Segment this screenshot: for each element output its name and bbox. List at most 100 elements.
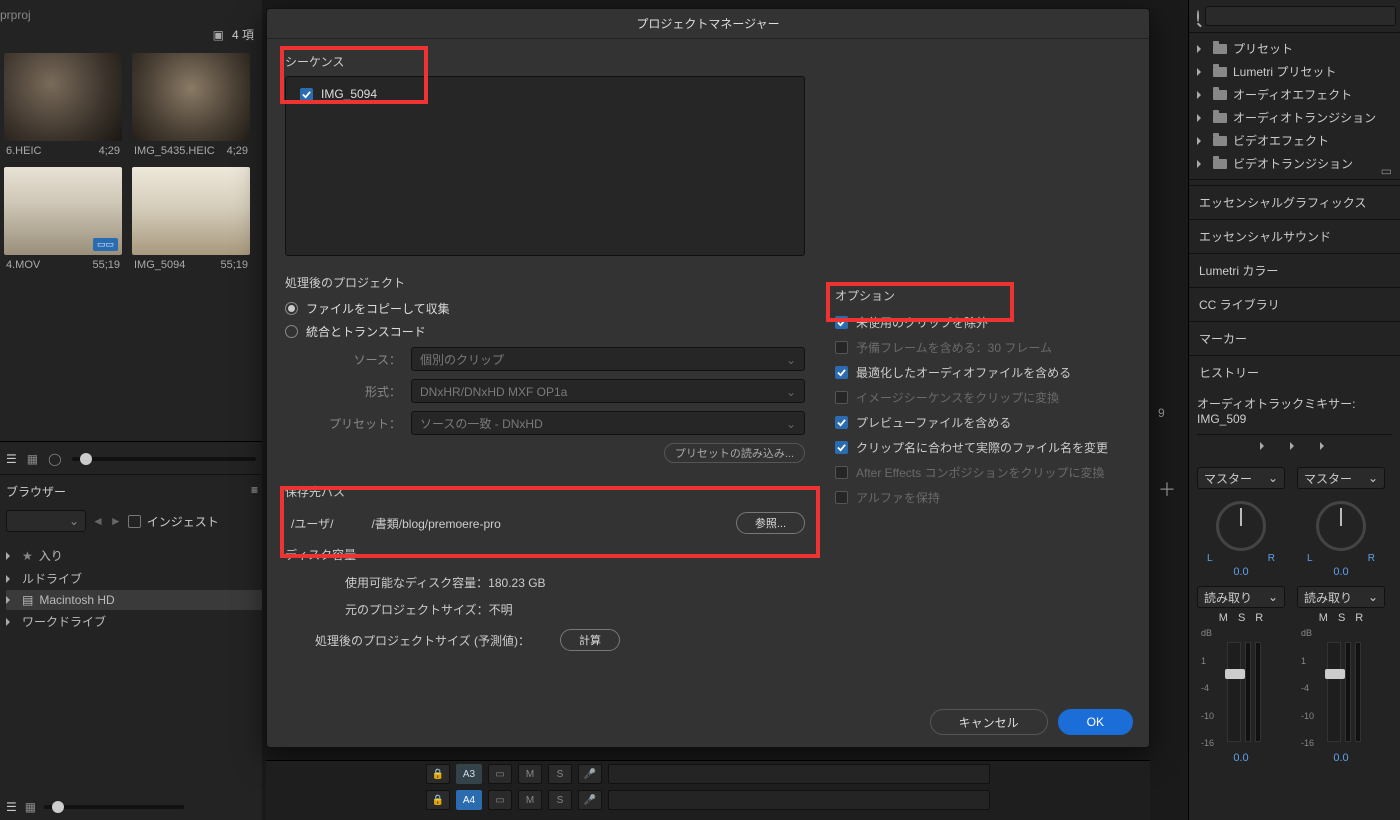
track-toggle[interactable]: ▭ [488, 764, 512, 784]
calculate-button[interactable]: 計算 [560, 629, 620, 651]
browser-type-select[interactable]: ⌄ [6, 510, 86, 532]
lock-icon[interactable]: 🔒 [426, 790, 450, 810]
mute-button[interactable]: M [1219, 612, 1228, 624]
mute-button[interactable]: M [518, 764, 542, 784]
panel-tab[interactable]: ヒストリー [1189, 355, 1400, 389]
fader-handle[interactable] [1225, 669, 1245, 679]
track-output-select[interactable]: マスター⌄ [1297, 467, 1385, 489]
preset-folder[interactable]: Lumetri プリセット [1189, 60, 1400, 83]
preset-folder[interactable]: ビデオトランジション [1189, 152, 1400, 175]
search-input[interactable] [1205, 6, 1396, 26]
preset-folder[interactable]: プリセット [1189, 37, 1400, 60]
preset-folder[interactable]: オーディオトランジション [1189, 106, 1400, 129]
panel-tab[interactable]: エッセンシャルグラフィックス [1189, 185, 1400, 219]
volume-value: 0.0 [1297, 748, 1385, 764]
db-label: -16 [1201, 738, 1214, 748]
db-label: dB [1201, 628, 1214, 638]
add-icon[interactable]: ＋ [1158, 476, 1176, 502]
grid-view-icon[interactable]: ▦ [27, 452, 38, 466]
thumbnail-grid: 6.HEIC4;29 IMG_5435.HEIC4;29 ▭▭ 4.MOV55;… [0, 53, 262, 281]
panel-tab[interactable]: エッセンシャルサウンド [1189, 219, 1400, 253]
preset-load-button[interactable]: プリセットの読み込み... [664, 443, 805, 463]
solo-button[interactable]: S [1338, 612, 1345, 624]
tree-item[interactable]: ワークドライブ [6, 610, 262, 633]
meter-bar [1255, 642, 1261, 742]
camera-icon[interactable]: ▣ [213, 28, 224, 42]
opt-label: クリップ名に合わせて実際のファイル名を変更 [856, 439, 1108, 456]
lock-icon[interactable]: 🔒 [426, 764, 450, 784]
db-label: -4 [1201, 683, 1214, 693]
track-a3-header[interactable]: A3 [456, 764, 482, 784]
cancel-button[interactable]: キャンセル [930, 709, 1048, 735]
panel-tab[interactable]: Lumetri カラー [1189, 253, 1400, 287]
opt-exclude-unused[interactable]: 未使用のクリップを除外 [835, 310, 1131, 335]
pan-knob[interactable] [1216, 501, 1266, 551]
select-value: 読み取り [1204, 589, 1252, 606]
fader-handle[interactable] [1325, 669, 1345, 679]
preset-folder[interactable]: オーディオエフェクト [1189, 83, 1400, 106]
sequence-item[interactable]: IMG_5094 [300, 87, 790, 101]
sequence-checkbox[interactable] [300, 88, 313, 101]
ok-button[interactable]: OK [1058, 709, 1133, 735]
opt-rename-files[interactable]: クリップ名に合わせて実際のファイル名を変更 [835, 435, 1131, 460]
format-select[interactable]: DNxHR/DNxHD MXF OP1a⌄ [411, 379, 805, 403]
record-button[interactable]: R [1255, 612, 1263, 624]
track-a4-header[interactable]: A4 [456, 790, 482, 810]
browse-button[interactable]: 参照... [736, 512, 805, 534]
panel-tab[interactable]: マーカー [1189, 321, 1400, 355]
list-view-icon[interactable]: ☰ [6, 800, 17, 814]
automation-mode-select[interactable]: 読み取り⌄ [1197, 586, 1285, 608]
freeform-view-icon[interactable]: ◯ [48, 452, 61, 466]
media-thumb[interactable]: IMG_5435.HEIC4;29 [132, 53, 250, 157]
volume-fader[interactable] [1327, 642, 1341, 742]
chevron-right-icon[interactable] [1260, 439, 1270, 453]
media-browser-title: ブラウザー [6, 485, 66, 499]
opt-preview-files[interactable]: プレビューファイルを含める [835, 410, 1131, 435]
solo-button[interactable]: S [548, 764, 572, 784]
pan-knob[interactable] [1316, 501, 1366, 551]
radio-consolidate-transcode[interactable]: 統合とトランスコード [285, 320, 805, 343]
track-a4-lane[interactable] [608, 790, 990, 810]
nav-forward-icon[interactable]: ► [110, 514, 122, 528]
chevron-right-icon[interactable] [1320, 439, 1330, 453]
tree-item[interactable]: ルドライブ [6, 567, 262, 590]
options-label: オプション [835, 287, 1131, 304]
ingest-checkbox[interactable] [128, 515, 141, 528]
nav-back-icon[interactable]: ◄ [92, 514, 104, 528]
zoom-slider[interactable] [72, 457, 256, 461]
grid-view-icon[interactable]: ▦ [25, 800, 36, 814]
solo-button[interactable]: S [1238, 612, 1245, 624]
voice-over-icon[interactable]: 🎤 [578, 764, 602, 784]
chevron-right-icon[interactable] [1290, 439, 1300, 453]
media-thumb[interactable]: 6.HEIC4;29 [4, 53, 122, 157]
voice-over-icon[interactable]: 🎤 [578, 790, 602, 810]
media-thumb[interactable]: ▭▭ 4.MOV55;19 [4, 167, 122, 271]
solo-button[interactable]: S [548, 790, 572, 810]
volume-fader[interactable] [1227, 642, 1241, 742]
new-bin-icon[interactable]: ▭ [1381, 164, 1392, 178]
select-value: マスター [1204, 470, 1252, 487]
dest-path-label: 保存先パス [285, 483, 805, 500]
preset-select[interactable]: ソースの一致 - DNxHD⌄ [411, 411, 805, 435]
automation-mode-select[interactable]: 読み取り⌄ [1297, 586, 1385, 608]
preset-folder[interactable]: ビデオエフェクト [1189, 129, 1400, 152]
panel-tab[interactable]: CC ライブラリ [1189, 287, 1400, 321]
tree-item[interactable]: ▤Macintosh HD [6, 590, 262, 610]
record-button[interactable]: R [1355, 612, 1363, 624]
tree-item[interactable]: ★入り [6, 544, 262, 567]
track-a3-lane[interactable] [608, 764, 990, 784]
mute-button[interactable]: M [1319, 612, 1328, 624]
track-output-select[interactable]: マスター⌄ [1197, 467, 1285, 489]
folder-icon [1213, 113, 1227, 123]
audio-track-mixer: オーディオトラックミキサー: IMG_509 マスター⌄ LR 0.0 読み取り… [1189, 389, 1400, 770]
list-view-icon[interactable]: ☰ [6, 452, 17, 466]
track-toggle[interactable]: ▭ [488, 790, 512, 810]
radio-copy-collect[interactable]: ファイルをコピーして収集 [285, 297, 805, 320]
mute-button[interactable]: M [518, 790, 542, 810]
media-thumb[interactable]: IMG_509455;19 [132, 167, 250, 271]
opt-optimized-audio[interactable]: 最適化したオーディオファイルを含める [835, 360, 1131, 385]
source-select[interactable]: 個別のクリップ⌄ [411, 347, 805, 371]
zoom-slider[interactable] [44, 805, 184, 809]
db-label: dB [1301, 628, 1314, 638]
panel-menu-icon[interactable]: ≡ [251, 483, 256, 497]
